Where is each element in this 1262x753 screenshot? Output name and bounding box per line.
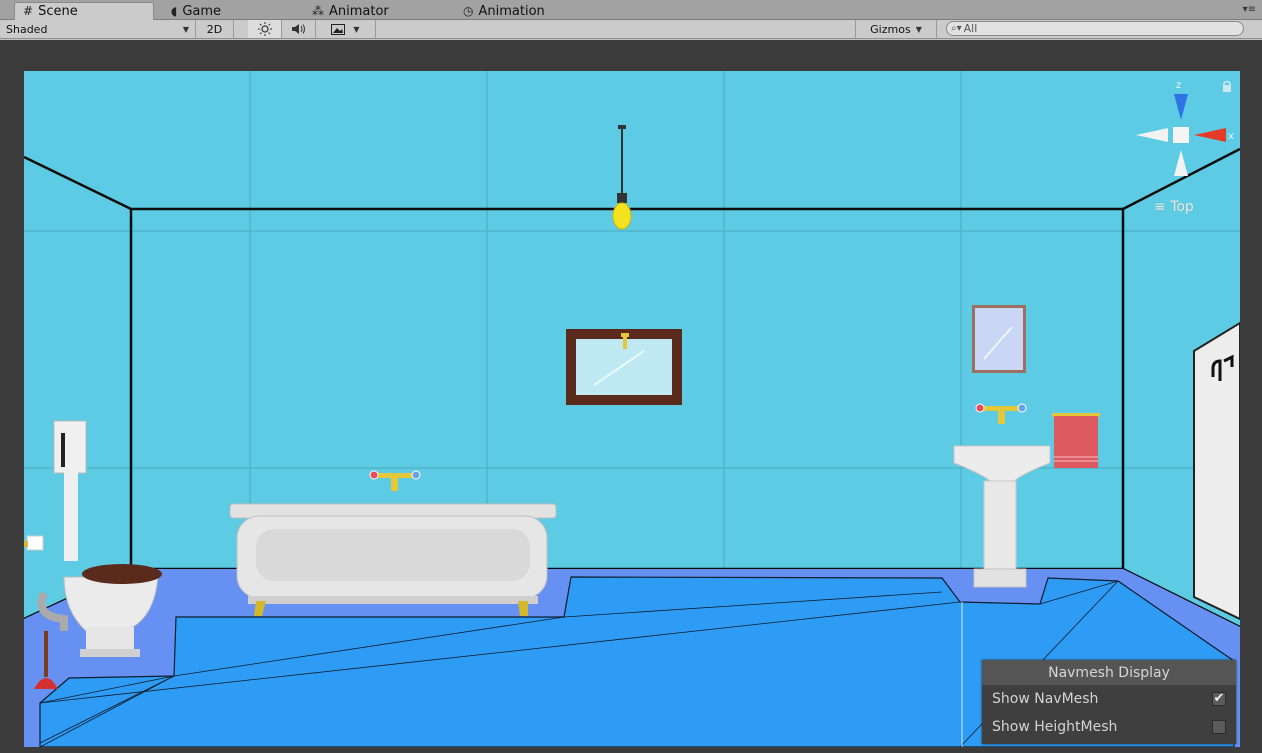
navmesh-panel-title: Navmesh Display (982, 660, 1236, 685)
scene-canvas (24, 71, 1240, 747)
gizmo-neg-z-cone[interactable] (1174, 150, 1188, 176)
tab-animation[interactable]: ◷ Animation (455, 2, 553, 20)
scene-toolbar: Shaded ▼ 2D ▼ Gizmos ▼ ⌕▾ All (0, 20, 1262, 39)
tab-animator[interactable]: ⁂ Animator (304, 2, 397, 20)
shading-mode-label: Shaded (6, 22, 48, 36)
toggle-2d-label: 2D (206, 22, 223, 36)
chevron-down-icon: ▼ (182, 24, 189, 34)
scene-search-input[interactable]: ⌕▾ All (946, 21, 1244, 36)
animator-nodes-icon: ⁂ (312, 3, 324, 18)
toggle-2d-button[interactable]: 2D (196, 20, 234, 38)
wall-picture (566, 329, 682, 405)
show-heightmesh-row[interactable]: Show HeightMesh (982, 713, 1236, 741)
scene-viewport[interactable] (24, 71, 1240, 747)
gizmo-x-label: x (1228, 131, 1234, 142)
sun-icon (257, 22, 272, 36)
tab-animator-label: Animator (329, 3, 389, 19)
chevron-down-icon: ▼ (353, 24, 360, 34)
tab-game-label: Game (182, 3, 222, 19)
show-navmesh-label: Show NavMesh (992, 691, 1099, 707)
gizmo-neg-x-cone[interactable] (1136, 128, 1168, 142)
clock-icon: ◷ (463, 3, 474, 18)
gizmo-z-label: z (1176, 80, 1181, 91)
audio-toggle-button[interactable] (282, 20, 316, 38)
door (1193, 321, 1240, 621)
gizmos-label: Gizmos (870, 22, 911, 36)
gizmos-dropdown[interactable]: Gizmos ▼ (855, 20, 937, 38)
tab-animation-label: Animation (478, 3, 545, 19)
mirror (972, 305, 1026, 373)
show-navmesh-row[interactable]: Show NavMesh ✔ (982, 685, 1236, 713)
gizmo-z-cone[interactable] (1174, 94, 1188, 120)
image-icon (331, 23, 346, 35)
gizmo-center-cube[interactable] (1173, 127, 1189, 143)
gizmo-x-cone[interactable] (1194, 128, 1226, 142)
grid-icon: # (23, 4, 34, 18)
tab-scene-label: Scene (38, 4, 78, 19)
bathtub (229, 503, 557, 616)
tab-menu-icon[interactable]: ▾≡ (1243, 4, 1256, 15)
show-heightmesh-label: Show HeightMesh (992, 719, 1118, 735)
shading-mode-dropdown[interactable]: Shaded ▼ (0, 20, 196, 38)
view-label[interactable]: ≡ Top (1154, 199, 1194, 215)
show-navmesh-checkbox[interactable]: ✔ (1212, 692, 1226, 706)
tab-scene[interactable]: # Scene (14, 2, 154, 20)
search-placeholder: All (963, 22, 978, 35)
editor-tab-bar: # Scene ◖ Game ⁂ Animator ◷ Animation ▾≡ (0, 0, 1262, 20)
speaker-icon (291, 24, 305, 34)
towel (1052, 413, 1100, 468)
lighting-toggle-button[interactable] (248, 20, 282, 38)
show-heightmesh-checkbox[interactable] (1212, 720, 1226, 734)
search-icon: ⌕▾ (951, 23, 962, 34)
navmesh-display-panel: Navmesh Display Show NavMesh ✔ Show Heig… (982, 660, 1236, 744)
pacman-icon: ◖ (171, 3, 178, 18)
view-label-text: Top (1170, 199, 1194, 215)
tab-game[interactable]: ◖ Game (163, 2, 229, 20)
effects-dropdown[interactable]: ▼ (316, 20, 376, 38)
chevron-down-icon: ▼ (915, 24, 922, 34)
